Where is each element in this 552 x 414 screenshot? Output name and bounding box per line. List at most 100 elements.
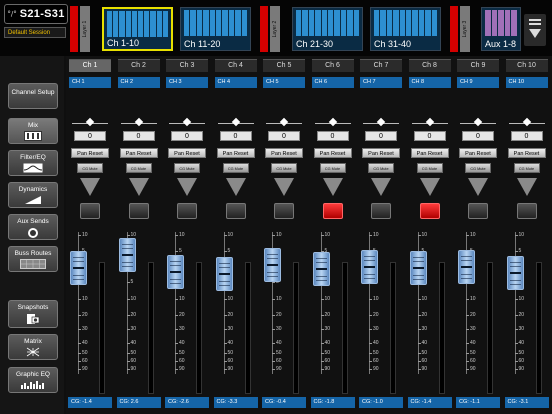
mute-button[interactable] <box>322 203 343 219</box>
mute-button[interactable] <box>128 203 149 219</box>
fader-handle[interactable] <box>458 249 475 284</box>
select-triangle-icon[interactable] <box>371 178 391 196</box>
bank-ch-11-20[interactable]: Ch 11-20 <box>180 7 251 51</box>
select-triangle-icon[interactable] <box>225 178 246 196</box>
pan-slider-handle[interactable] <box>231 117 240 127</box>
pan-reset-button[interactable]: Pan Reset <box>168 148 206 158</box>
bank-aux-1-8[interactable]: Aux 1-8 <box>481 7 521 51</box>
pan-reset-button[interactable]: Pan Reset <box>362 148 400 158</box>
fader-handle[interactable] <box>312 252 330 287</box>
select-triangle-icon[interactable] <box>419 178 440 196</box>
channel-header-button[interactable]: Ch 3 <box>166 59 208 72</box>
pan-reset-button[interactable]: Pan Reset <box>507 148 546 158</box>
channel-header-button[interactable]: Ch 1 <box>69 59 111 72</box>
mute-button[interactable] <box>80 203 100 219</box>
cg-mute-button[interactable]: CG Mute <box>416 163 443 173</box>
pan-slider-handle[interactable] <box>425 117 434 127</box>
cg-mute-button[interactable]: CG Mute <box>222 163 249 173</box>
scroll-down-button[interactable] <box>524 14 546 46</box>
channel-name-field[interactable]: CH 2 <box>117 77 160 88</box>
pan-slider-handle[interactable] <box>473 117 483 127</box>
layer-1-label[interactable]: Layer 1 <box>80 6 90 52</box>
select-triangle-icon[interactable] <box>128 178 149 196</box>
select-triangle-icon[interactable] <box>274 178 294 196</box>
dynamics-button[interactable]: Dynamics <box>8 182 58 208</box>
channel-header-button[interactable]: Ch 7 <box>360 59 402 72</box>
cg-mute-button[interactable]: CG Mute <box>77 163 103 173</box>
pan-slider-handle[interactable] <box>279 117 289 127</box>
pan-slider-handle[interactable] <box>376 117 386 127</box>
channel-name-field[interactable]: CH 4 <box>214 77 257 88</box>
pan-reset-button[interactable]: Pan Reset <box>119 148 158 158</box>
pan-reset-button[interactable]: Pan Reset <box>265 148 303 158</box>
pan-reset-button[interactable]: Pan Reset <box>313 148 352 158</box>
channel-header-button[interactable]: Ch 10 <box>505 59 548 72</box>
cg-mute-button[interactable]: CG Mute <box>125 163 152 173</box>
fader-handle[interactable] <box>167 254 184 289</box>
select-triangle-icon[interactable] <box>322 178 343 196</box>
pan-reset-button[interactable]: Pan Reset <box>410 148 449 158</box>
mute-button[interactable] <box>177 203 197 219</box>
channel-name-field[interactable]: CH 10 <box>505 77 548 88</box>
pan-slider-handle[interactable] <box>522 117 531 127</box>
mute-button[interactable] <box>419 203 440 219</box>
pan-slider-handle[interactable] <box>328 117 337 127</box>
layer-2-label[interactable]: Layer 2 <box>270 6 280 52</box>
matrix-button[interactable]: Matrix <box>8 334 58 360</box>
select-triangle-icon[interactable] <box>177 178 197 196</box>
channel-header-button[interactable]: Ch 2 <box>117 59 160 72</box>
fader-handle[interactable] <box>361 249 378 284</box>
cg-mute-button[interactable]: CG Mute <box>513 163 540 173</box>
session-name[interactable]: Default Session <box>4 27 66 38</box>
pan-slider-handle[interactable] <box>182 117 192 127</box>
channel-header-button[interactable]: Ch 8 <box>408 59 451 72</box>
pan-reset-button[interactable]: Pan Reset <box>216 148 255 158</box>
select-triangle-icon[interactable] <box>80 178 100 196</box>
bank-ch-1-10[interactable]: Ch 1-10 <box>102 7 173 51</box>
graphic-eq-button[interactable]: Graphic EQ <box>8 367 58 393</box>
channel-name-field[interactable]: CH 6 <box>311 77 354 88</box>
select-triangle-icon[interactable] <box>468 178 488 196</box>
pan-slider-handle[interactable] <box>85 117 95 127</box>
mute-button[interactable] <box>516 203 537 219</box>
cg-mute-button[interactable]: CG Mute <box>319 163 346 173</box>
mute-button[interactable] <box>274 203 294 219</box>
cg-mute-button[interactable]: CG Mute <box>368 163 394 173</box>
channel-setup-button[interactable]: Channel Setup <box>8 83 58 109</box>
fader-handle[interactable] <box>264 247 281 282</box>
pan-slider-handle[interactable] <box>134 117 143 127</box>
channel-header-button[interactable]: Ch 9 <box>457 59 499 72</box>
channel-name-field[interactable]: CH 7 <box>360 77 402 88</box>
app-logo[interactable]: °/° S21-S31 <box>4 4 68 24</box>
fader-handle[interactable] <box>215 257 233 292</box>
channel-name-field[interactable]: CH 9 <box>457 77 499 88</box>
layer-3-label[interactable]: Layer 3 <box>460 6 470 52</box>
channel-name-field[interactable]: CH 8 <box>408 77 451 88</box>
fader-handle[interactable] <box>506 256 524 291</box>
pan-reset-button[interactable]: Pan Reset <box>459 148 497 158</box>
channel-header-button[interactable]: Ch 5 <box>263 59 305 72</box>
channel-header-button[interactable]: Ch 4 <box>214 59 257 72</box>
fader-handle[interactable] <box>70 250 87 285</box>
aux-sends-button[interactable]: Aux Sends <box>8 214 58 240</box>
channel-name-field[interactable]: CH 1 <box>69 77 111 88</box>
mix-button[interactable]: Mix <box>8 118 58 144</box>
channel-name-field[interactable]: CH 3 <box>166 77 208 88</box>
fader-handle[interactable] <box>118 238 136 273</box>
cg-mute-button[interactable]: CG Mute <box>465 163 491 173</box>
mute-button[interactable] <box>468 203 488 219</box>
snapshots-button[interactable]: Snapshots <box>8 300 58 328</box>
bank-ch-21-30[interactable]: Ch 21-30 <box>292 7 363 51</box>
mute-button[interactable] <box>225 203 246 219</box>
select-triangle-icon[interactable] <box>516 178 537 196</box>
pan-reset-button[interactable]: Pan Reset <box>71 148 109 158</box>
buss-routes-button[interactable]: Buss Routes <box>8 246 58 272</box>
filter-eq-button[interactable]: Filter/EQ <box>8 150 58 176</box>
bank-ch-31-40[interactable]: Ch 31-40 <box>370 7 441 51</box>
cg-mute-button[interactable]: CG Mute <box>174 163 200 173</box>
channel-header-button[interactable]: Ch 6 <box>311 59 354 72</box>
channel-name-field[interactable]: CH 5 <box>263 77 305 88</box>
cg-mute-button[interactable]: CG Mute <box>271 163 297 173</box>
mute-button[interactable] <box>371 203 391 219</box>
fader-handle[interactable] <box>409 250 427 285</box>
